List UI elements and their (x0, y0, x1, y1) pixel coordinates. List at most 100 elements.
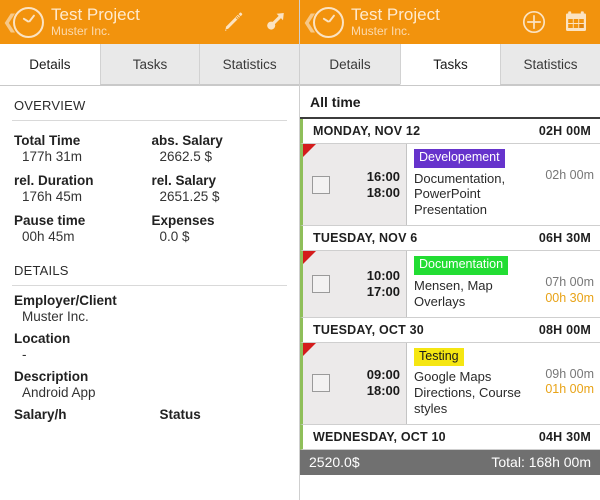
tab-label: Statistics (523, 56, 578, 72)
overview-grid: Total Time abs. Salary 177h 31m 2662.5 $… (12, 121, 287, 249)
chevron-left-icon[interactable]: ❮ (2, 12, 18, 32)
left-tab-bar: Details Tasks Statistics (0, 44, 299, 86)
field-value: Android App (22, 385, 96, 400)
tab-tasks[interactable]: Tasks (400, 44, 500, 85)
day-header-row[interactable]: TUESDAY, NOV 6 06H 30M (300, 226, 600, 252)
field-value: Muster Inc. (22, 309, 89, 324)
left-app-bar: ❮ Test Project Muster Inc. (0, 0, 299, 44)
task-entry-texts: Developement Documentation, PowerPoint P… (414, 148, 541, 218)
field-label: Salary/h (14, 407, 67, 422)
field-label: Description (14, 369, 89, 384)
task-checkbox[interactable] (312, 374, 330, 393)
left-action-buttons (219, 8, 293, 36)
tasks-screen: ❮ Test Project Muster Inc. Details Tasks… (300, 0, 600, 500)
tab-label: Details (29, 56, 71, 72)
day-total: 06H 30M (538, 231, 591, 246)
day-header-row[interactable]: TUESDAY, OCT 30 08H 00M (300, 317, 600, 343)
pin-arrow-icon[interactable] (261, 8, 289, 36)
overview-value: 2662.5 $ (159, 149, 213, 164)
right-title-block: Test Project Muster Inc. (351, 6, 520, 37)
page-title: Test Project (51, 5, 140, 25)
overview-label: abs. Salary (151, 133, 223, 148)
left-title-block: Test Project Muster Inc. (51, 6, 219, 37)
summary-total: Total: 168h 00m (491, 453, 591, 470)
tab-label: Statistics (222, 56, 277, 72)
task-start-time: 16:00 (366, 168, 400, 184)
overview-label: Expenses (151, 213, 215, 228)
task-end-time: 18:00 (366, 383, 400, 399)
plus-circle-icon[interactable] (520, 8, 548, 36)
task-entry[interactable]: 10:00 17:00 Documentation Mensen, Map Ov… (300, 251, 600, 318)
chevron-left-icon[interactable]: ❮ (302, 12, 318, 32)
field-label: Location (14, 331, 71, 346)
day-date: WEDNESDAY, OCT 10 (313, 429, 446, 444)
task-tag-badge: Developement (414, 149, 505, 168)
flag-marker-icon (303, 342, 316, 356)
task-description: Google Maps Directions, Course styles (414, 369, 521, 416)
task-entry-texts: Testing Google Maps Directions, Course s… (414, 347, 541, 417)
tab-statistics[interactable]: Statistics (500, 44, 600, 85)
task-end-time: 18:00 (366, 184, 400, 200)
day-total: 02H 00M (538, 124, 591, 138)
overview-label: Pause time (14, 213, 86, 228)
task-durations: 07h 00m 00h 30m (545, 255, 594, 309)
overview-label: Total Time (14, 133, 81, 148)
overview-value: 00h 45m (22, 229, 75, 244)
task-times: 09:00 18:00 (338, 367, 400, 399)
task-start-time: 09:00 (366, 367, 400, 383)
task-times: 10:00 17:00 (338, 268, 400, 300)
task-checkbox[interactable] (312, 175, 330, 194)
overview-value: 0.0 $ (159, 229, 190, 244)
overview-section-heading: OVERVIEW (12, 86, 287, 121)
flag-marker-icon (303, 144, 316, 157)
task-entry-main: Testing Google Maps Directions, Course s… (407, 342, 600, 424)
task-description: Mensen, Map Overlays (414, 277, 493, 309)
tab-label: Tasks (132, 56, 168, 72)
tab-label: Details (329, 56, 371, 72)
task-duration-secondary: 01h 00m (545, 382, 594, 397)
overview-label: rel. Duration (14, 173, 94, 188)
task-entry[interactable]: 16:00 18:00 Developement Documentation, … (300, 144, 600, 227)
right-action-buttons (520, 8, 594, 36)
clock-gauge-icon (313, 6, 344, 38)
task-durations: 02h 00m (545, 148, 594, 218)
tab-statistics[interactable]: Statistics (199, 44, 299, 85)
flag-marker-icon (303, 251, 316, 265)
overview-value: 2651.25 $ (159, 189, 220, 204)
details-content: OVERVIEW Total Time abs. Salary 177h 31m… (0, 86, 299, 423)
day-header-row[interactable]: MONDAY, NOV 12 02H 00M (300, 119, 600, 144)
task-entry-left: 16:00 18:00 (303, 144, 407, 226)
calendar-icon[interactable] (562, 8, 590, 36)
details-screen: ❮ Test Project Muster Inc. Details Tasks… (0, 0, 300, 500)
tab-tasks[interactable]: Tasks (99, 44, 200, 85)
task-end-time: 17:00 (366, 283, 400, 299)
details-fields: Employer/Client Muster Inc. Location - D… (12, 286, 287, 402)
clock-gauge-icon (13, 6, 44, 38)
day-date: TUESDAY, NOV 6 (313, 231, 418, 246)
task-duration-primary: 07h 00m (545, 275, 594, 290)
summary-bar: 2520.0$ Total: 168h 00m (300, 449, 600, 475)
details-section-heading: DETAILS (12, 249, 287, 286)
filter-label[interactable]: All time (300, 86, 600, 119)
day-header-row[interactable]: WEDNESDAY, OCT 10 04H 30M (300, 424, 600, 450)
tab-details[interactable]: Details (0, 44, 100, 85)
task-checkbox[interactable] (312, 274, 330, 293)
right-tab-bar: Details Tasks Statistics (300, 44, 600, 86)
task-tag-badge: Documentation (414, 256, 509, 275)
overview-value: 176h 45m (22, 189, 83, 204)
page-title: Test Project (351, 5, 440, 25)
day-date: TUESDAY, OCT 30 (313, 322, 424, 337)
task-durations: 09h 00m 01h 00m (545, 347, 594, 417)
task-entry-main: Documentation Mensen, Map Overlays 07h 0… (407, 251, 600, 317)
task-times: 16:00 18:00 (338, 169, 400, 201)
tab-details[interactable]: Details (300, 44, 400, 85)
day-total: 04H 30M (538, 429, 591, 444)
field-label: Employer/Client (14, 293, 117, 308)
tab-label: Tasks (433, 56, 468, 72)
dual-screenshot-container: ❮ Test Project Muster Inc. Details Tasks… (0, 0, 600, 500)
day-total: 08H 00M (538, 322, 591, 337)
task-duration-primary: 09h 00m (545, 366, 594, 381)
task-entry[interactable]: 09:00 18:00 Testing Google Maps Directio… (300, 342, 600, 425)
pencil-edit-icon[interactable] (219, 8, 247, 36)
task-duration-primary: 02h 00m (545, 168, 594, 182)
